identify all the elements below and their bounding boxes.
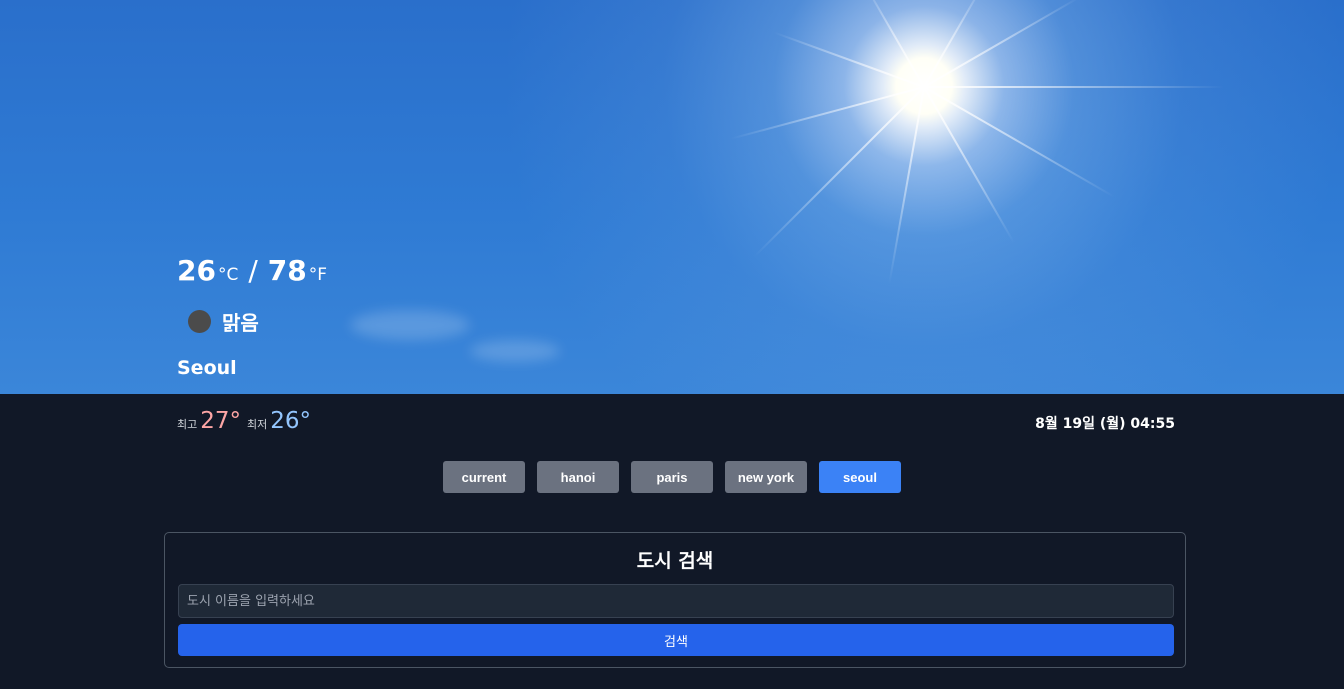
weather-condition-circle-icon	[188, 310, 211, 333]
city-button-seoul[interactable]: seoul	[819, 461, 901, 493]
weather-condition-label: 맑음	[222, 311, 259, 335]
weather-condition: 맑음	[188, 307, 259, 336]
weather-hero-background: 26 °C / 78 °F 맑음 Seoul	[0, 0, 1344, 394]
city-search-card: 도시 검색 검색	[164, 532, 1186, 668]
fahrenheit-unit: °F	[308, 265, 328, 285]
search-title: 도시 검색	[636, 550, 714, 572]
current-datetime: 8월 19일 (월) 04:55	[1035, 416, 1175, 432]
high-temp-value: 27°	[200, 408, 242, 434]
city-button-hanoi[interactable]: hanoi	[537, 461, 619, 493]
city-search-input[interactable]	[178, 584, 1174, 618]
search-button[interactable]: 검색	[178, 624, 1174, 656]
temperature-fahrenheit: 78	[267, 254, 307, 287]
high-temp-label: 최고	[177, 418, 198, 431]
high-low-temperature: 최고 27° 최저 26°	[177, 408, 311, 434]
temperature-celsius: 26	[177, 254, 216, 287]
sun-ray	[923, 86, 1015, 244]
sun-ray	[924, 86, 1224, 88]
cloud-wisp	[470, 340, 560, 362]
cloud-wisp	[350, 310, 470, 340]
city-button-paris[interactable]: paris	[631, 461, 713, 493]
city-button-new-york[interactable]: new york	[725, 461, 807, 493]
low-temp-label: 최저	[247, 418, 268, 431]
temperature-display: 26 °C / 78 °F	[177, 254, 333, 287]
city-button-current[interactable]: current	[443, 461, 525, 493]
sun-ray	[923, 0, 985, 88]
low-temp-value: 26°	[270, 408, 312, 434]
city-button-group: current hanoi paris new york seoul	[0, 461, 1344, 493]
city-name: Seoul	[177, 357, 237, 379]
celsius-unit: °C	[217, 265, 239, 285]
temperature-separator: /	[248, 254, 258, 287]
sun-ray	[773, 31, 925, 88]
sun-ray	[923, 86, 1116, 198]
